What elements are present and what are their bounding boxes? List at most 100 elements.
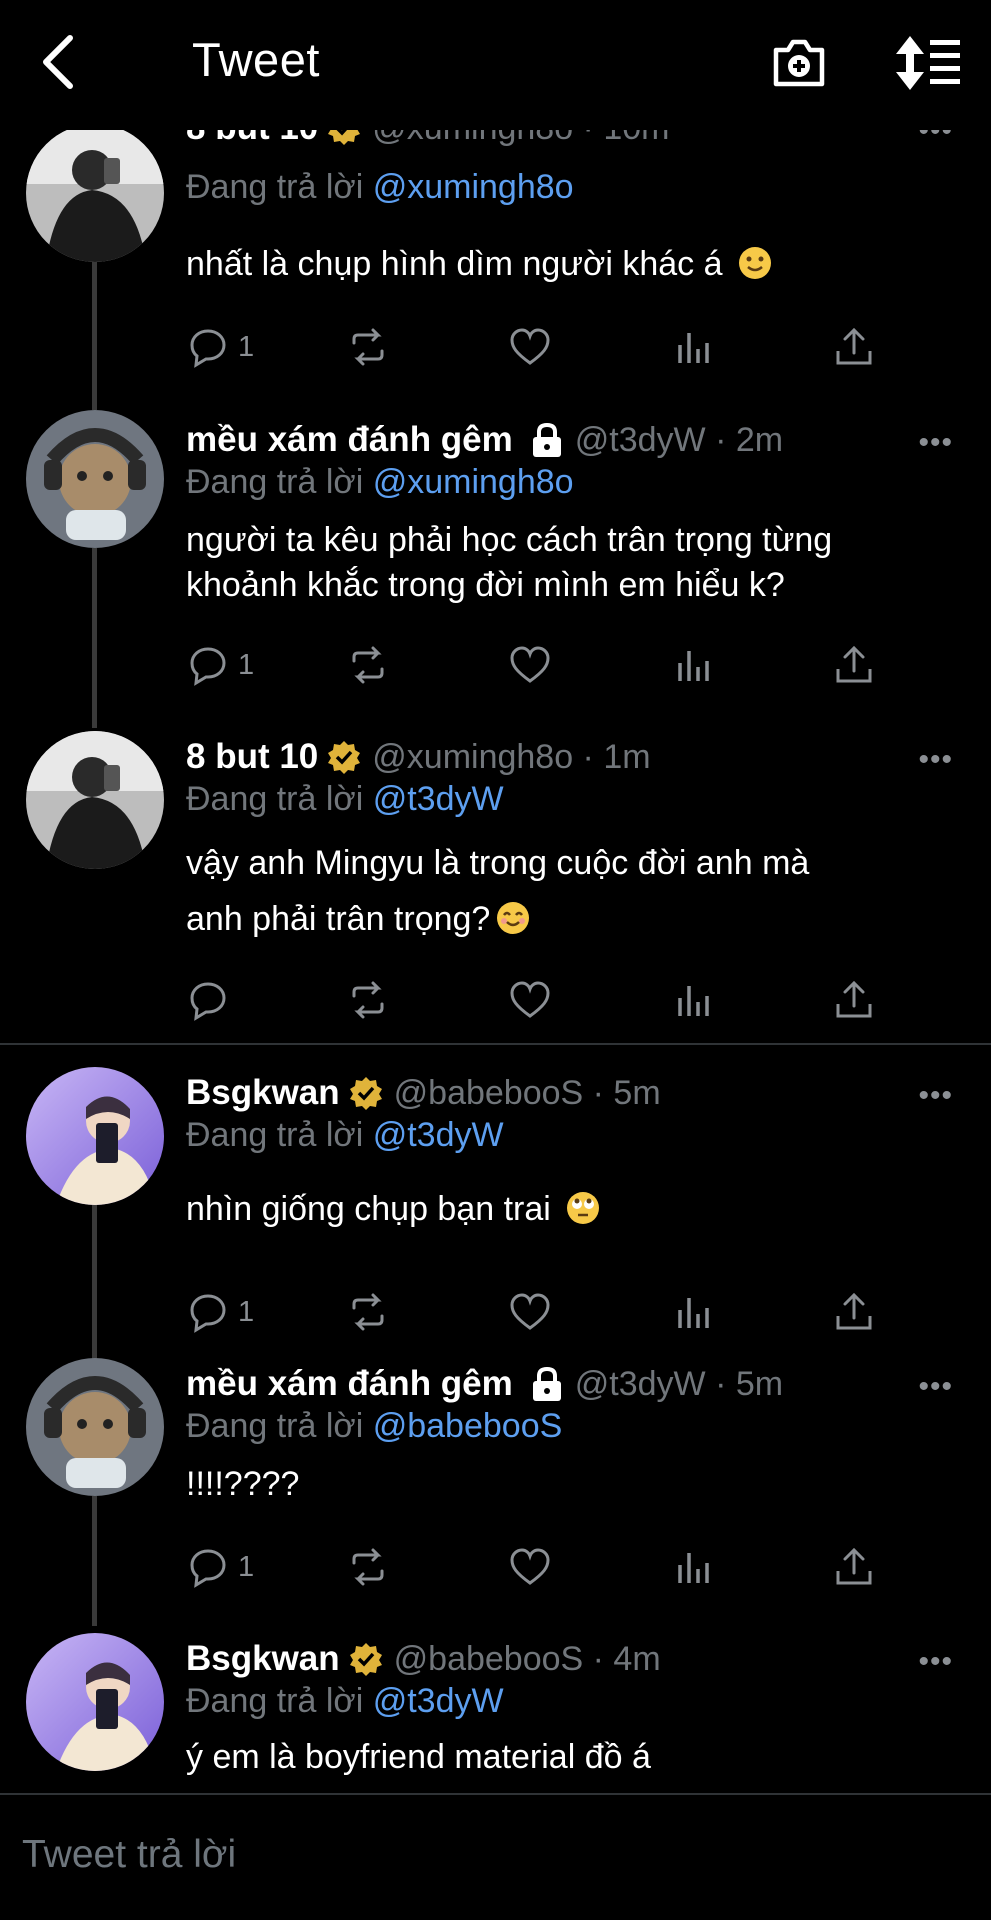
views-button[interactable] <box>672 975 716 1025</box>
retweet-button[interactable] <box>346 1542 390 1592</box>
replying-to: Đang trả lời @xumingh8o <box>186 463 574 501</box>
retweet-button[interactable] <box>346 322 390 372</box>
analytics-icon <box>678 1553 709 1583</box>
avatar[interactable] <box>26 124 164 262</box>
avatar[interactable] <box>26 410 164 548</box>
tweet-text: người ta kêu phải học cách trân trọng từ… <box>186 521 833 604</box>
replying-to: Đang trả lời @t3dyW <box>186 780 504 818</box>
analytics-icon <box>678 1298 709 1328</box>
mention-link[interactable]: @t3dyW <box>373 1116 504 1154</box>
verified-badge-icon <box>328 741 361 774</box>
heart-icon <box>510 1548 550 1585</box>
reply-input[interactable] <box>22 1833 922 1877</box>
tweet-text: ý em là boyfriend material đồ á <box>186 1738 651 1776</box>
share-button[interactable] <box>832 975 876 1025</box>
retweet-button[interactable] <box>346 1287 390 1337</box>
mention-link[interactable]: @t3dyW <box>373 780 504 818</box>
reply-button[interactable]: 1 <box>186 1287 254 1337</box>
rolling-eyes-face-icon <box>567 1192 600 1224</box>
share-icon <box>836 1292 872 1330</box>
mention-link[interactable]: @xumingh8o <box>373 463 574 501</box>
heart-icon <box>510 646 550 683</box>
avatar[interactable] <box>26 1358 164 1496</box>
share-button[interactable] <box>832 640 876 690</box>
reply-tweet[interactable]: mều xám đánh gêm @t3dyW · 5m ••• Đang tr… <box>0 1358 991 1612</box>
reply-icon <box>190 329 226 368</box>
reply-button[interactable]: 1 <box>186 322 254 372</box>
handle-time: @babebooS · 4m <box>393 1639 661 1678</box>
avatar[interactable] <box>26 1633 164 1771</box>
views-button[interactable] <box>672 640 716 690</box>
reply-tweet[interactable]: 8 but 10 @xumingh8o · 1m ••• Đang trả lờ… <box>0 731 991 1035</box>
camera-plus-icon[interactable] <box>770 34 828 92</box>
reply-tweet[interactable]: Bsgkwan @babebooS · 4m ••• Đang trả lời … <box>0 1633 991 1787</box>
top-bar: Tweet <box>0 0 991 130</box>
back-arrow-icon[interactable] <box>38 34 78 90</box>
display-name[interactable]: mều xám đánh gêm <box>186 1364 513 1404</box>
slightly-smiling-face-icon <box>738 247 771 279</box>
share-button[interactable] <box>832 1542 876 1592</box>
tweet-text: vậy anh Mingyu là trong cuộc đời anh mà … <box>186 844 810 938</box>
reply-button[interactable] <box>186 975 238 1025</box>
analytics-icon <box>678 986 709 1016</box>
like-button[interactable] <box>508 1542 552 1592</box>
heart-icon <box>510 1293 550 1330</box>
views-button[interactable] <box>672 322 716 372</box>
more-options-icon[interactable]: ••• <box>918 1079 953 1113</box>
more-options-icon[interactable]: ••• <box>918 743 953 777</box>
reply-tweet[interactable]: 8 but 10 @xumingh8o · 10m ••• Đang trả l… <box>0 108 991 374</box>
display-name[interactable]: Bsgkwan <box>186 1073 340 1113</box>
share-icon <box>836 327 872 365</box>
retweet-icon <box>352 981 384 1019</box>
reply-tweet[interactable]: mều xám đánh gêm @t3dyW · 2m ••• Đang tr… <box>0 410 991 718</box>
mention-link[interactable]: @babebooS <box>373 1407 563 1445</box>
views-button[interactable] <box>672 1287 716 1337</box>
reply-icon <box>190 982 226 1021</box>
like-button[interactable] <box>508 975 552 1025</box>
avatar[interactable] <box>26 1067 164 1205</box>
share-icon <box>836 980 872 1018</box>
share-icon <box>836 1547 872 1585</box>
retweet-icon <box>352 1293 384 1331</box>
retweet-button[interactable] <box>346 975 390 1025</box>
verified-badge-icon <box>349 1643 382 1676</box>
handle-time: @t3dyW · 5m <box>574 1364 784 1403</box>
display-name[interactable]: Bsgkwan <box>186 1639 340 1679</box>
tweet-text: nhìn giống chụp bạn trai <box>186 1187 600 1232</box>
more-options-icon[interactable]: ••• <box>918 1370 953 1404</box>
display-name[interactable]: mều xám đánh gêm <box>186 420 513 460</box>
lock-icon <box>532 422 561 457</box>
handle-time: @t3dyW · 2m <box>574 420 784 459</box>
like-button[interactable] <box>508 1287 552 1337</box>
reply-icon <box>190 1549 226 1588</box>
reply-composer <box>0 1793 991 1920</box>
sort-replies-icon[interactable] <box>892 34 962 92</box>
smiling-face-icon <box>497 902 530 934</box>
avatar[interactable] <box>26 731 164 869</box>
handle-time: @babebooS · 5m <box>393 1073 661 1112</box>
share-button[interactable] <box>832 1287 876 1337</box>
tweet-text: nhất là chụp hình dìm người khác á <box>186 242 772 287</box>
tweet-text: !!!!???? <box>186 1465 300 1503</box>
heart-icon <box>510 981 550 1018</box>
replying-to: Đang trả lời @t3dyW <box>186 1682 504 1720</box>
more-options-icon[interactable]: ••• <box>918 426 953 460</box>
reply-icon <box>190 1294 226 1333</box>
retweet-icon <box>352 1548 384 1586</box>
reply-tweet[interactable]: Bsgkwan @babebooS · 5m ••• Đang trả lời … <box>0 1067 991 1333</box>
reply-button[interactable]: 1 <box>186 640 254 690</box>
heart-icon <box>510 328 550 365</box>
more-options-icon[interactable]: ••• <box>918 1645 953 1679</box>
mention-link[interactable]: @xumingh8o <box>373 168 574 206</box>
reply-icon <box>190 647 226 686</box>
thread-divider <box>0 1043 991 1045</box>
like-button[interactable] <box>508 322 552 372</box>
analytics-icon <box>678 333 709 363</box>
retweet-button[interactable] <box>346 640 390 690</box>
mention-link[interactable]: @t3dyW <box>373 1682 504 1720</box>
like-button[interactable] <box>508 640 552 690</box>
display-name[interactable]: 8 but 10 <box>186 737 318 777</box>
views-button[interactable] <box>672 1542 716 1592</box>
share-button[interactable] <box>832 322 876 372</box>
reply-button[interactable]: 1 <box>186 1542 254 1592</box>
